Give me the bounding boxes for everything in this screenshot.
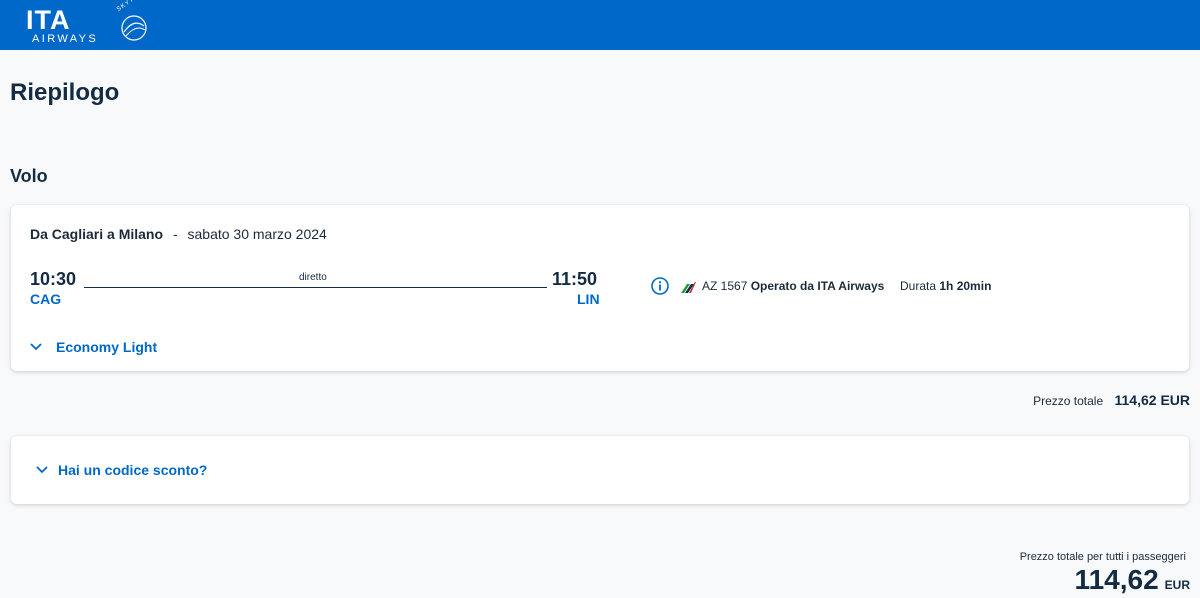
flight-date: sabato 30 marzo 2024 (187, 226, 327, 242)
departure-time: 10:30 (30, 269, 77, 289)
section-title-flight: Volo (10, 166, 48, 186)
price-total-label: Prezzo totale (1033, 394, 1104, 408)
discount-label: Hai un codice sconto? (58, 462, 208, 478)
grand-total-amount: 114,62 (1074, 564, 1159, 595)
page-title: Riepilogo (10, 79, 120, 106)
grand-total-label: Prezzo totale per tutti i passeggeri (1019, 551, 1186, 563)
chevron-down-icon (36, 466, 48, 474)
logo-subtitle: AIRWAYS (32, 33, 99, 45)
flight-duration: Durata 1h 20min (900, 279, 991, 293)
fare-label: Economy Light (56, 339, 158, 355)
route-separator: - (172, 226, 178, 242)
duration-value: 1h 20min (939, 279, 992, 293)
grand-total-currency: EUR (1164, 578, 1190, 592)
chevron-down-icon (30, 343, 42, 351)
ita-airline-icon (681, 282, 696, 293)
flight-card: Da Cagliari a Milano - sabato 30 marzo 2… (11, 205, 1189, 371)
grand-total: 114,62 EUR (1075, 564, 1190, 596)
arrival-airport: LIN (577, 291, 600, 307)
departure-airport: CAG (30, 291, 62, 307)
flight-number-info: AZ 1567 Operato da ITA Airways (702, 279, 884, 293)
duration-label: Durata (900, 279, 937, 293)
route-label: Da Cagliari a Milano (30, 226, 164, 242)
stops-label: diretto (299, 272, 327, 283)
price-total-value: 114,62 EUR (1114, 392, 1191, 408)
top-bar: ITA AIRWAYS SKYTEAM (0, 0, 1200, 50)
info-icon[interactable] (651, 277, 669, 295)
operated-by: Operato da ITA Airways (750, 279, 885, 293)
logo-word: ITA (26, 5, 71, 35)
price-total-row: Prezzo totale 114,62 EUR (1033, 392, 1190, 408)
discount-card: Hai un codice sconto? (11, 436, 1189, 504)
fare-toggle[interactable]: Economy Light (29, 339, 157, 355)
discount-code-toggle[interactable]: Hai un codice sconto? (35, 462, 207, 478)
ita-airways-logo[interactable]: ITA AIRWAYS SKYTEAM (26, 0, 176, 46)
flight-timeline (84, 287, 547, 288)
arrival-time: 11:50 (552, 269, 598, 289)
flight-route: Da Cagliari a Milano - sabato 30 marzo 2… (30, 226, 327, 242)
flight-number: AZ 1567 (702, 279, 748, 293)
